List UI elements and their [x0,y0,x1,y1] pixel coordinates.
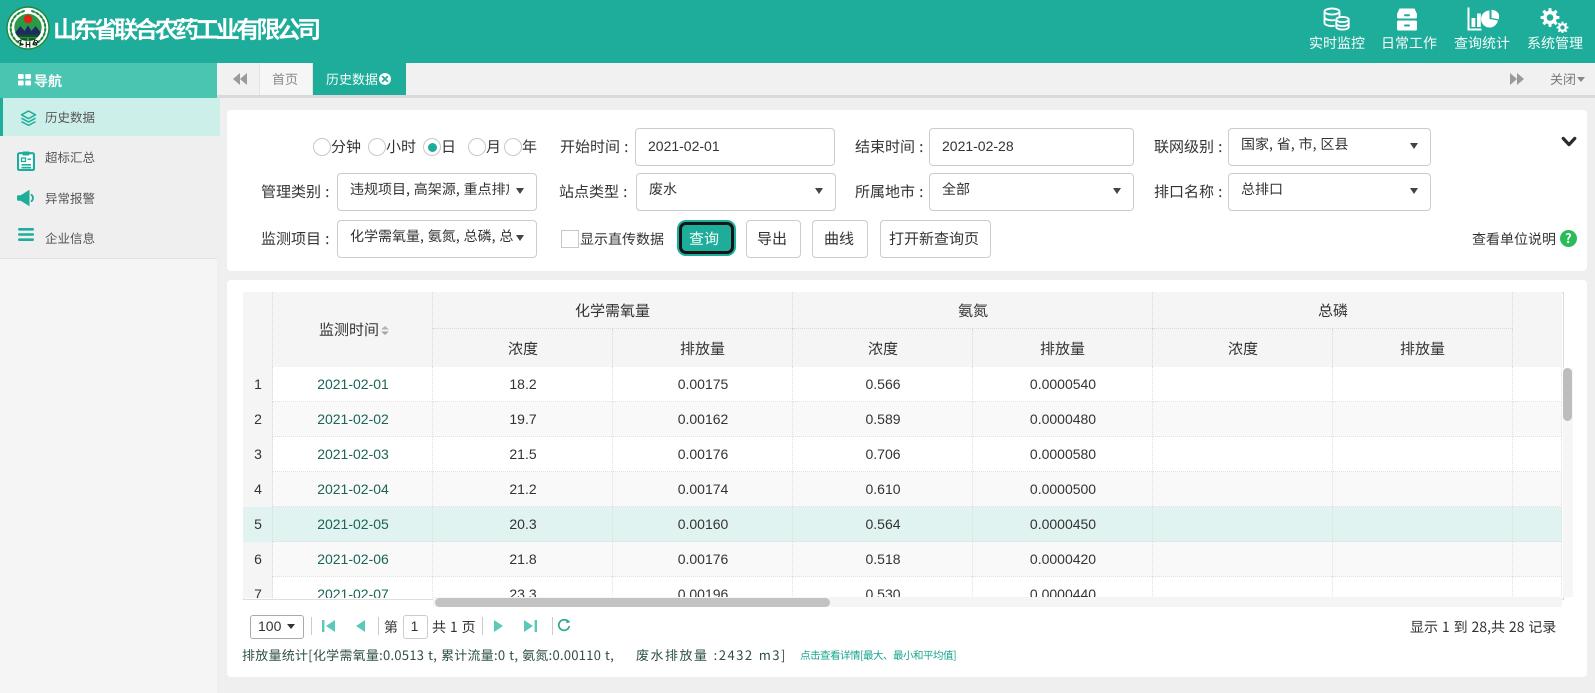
svg-text:H: H [25,40,31,49]
